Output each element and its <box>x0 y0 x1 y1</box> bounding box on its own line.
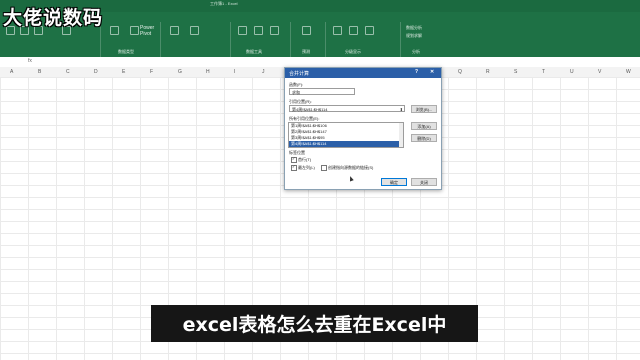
list-item-selected[interactable]: 第4周!$A$1:$H$114 <box>289 141 403 147</box>
group-label-forecast: 预测 <box>302 49 310 54</box>
column-header-cell[interactable]: T <box>542 69 545 75</box>
list-scrollbar[interactable] <box>399 123 403 147</box>
close-button[interactable]: 关闭 <box>411 178 437 186</box>
group-label-data-tools: 数据工具 <box>246 49 262 54</box>
column-header-cell[interactable]: W <box>626 69 631 75</box>
left-column-label: 最左列(L) <box>298 165 315 170</box>
close-icon[interactable]: ✕ <box>430 69 434 75</box>
consolidate-dialog: 合并计算 ? ✕ 函数(F): 求和 引用位置(R): 第4周!$A$1:$H$… <box>284 67 442 190</box>
caption-text: excel表格怎么去重在Excel中 <box>182 314 447 336</box>
column-header-cell[interactable]: U <box>570 69 574 75</box>
column-header-cell[interactable]: V <box>598 69 601 75</box>
reference-input[interactable]: 第4周!$A$1:$H$114 ⬍ <box>289 105 405 112</box>
remove-duplicates-icon[interactable] <box>254 26 263 35</box>
ribbon-group-outline: 分级显示 <box>325 22 401 57</box>
function-value: 求和 <box>292 90 300 95</box>
dialog-title-bar: 合并计算 ? ✕ <box>285 68 441 78</box>
top-row-label: 首行(T) <box>298 157 312 162</box>
geography-icon[interactable] <box>130 26 139 35</box>
top-row-checkbox[interactable] <box>291 156 297 163</box>
help-icon[interactable]: ? <box>415 69 418 75</box>
subtotal-icon[interactable] <box>365 26 374 35</box>
forecast-sheet-icon[interactable] <box>302 26 311 35</box>
ribbon-group-data-types: 数据类型 <box>100 22 161 57</box>
group-label-outline: 分级显示 <box>345 49 361 54</box>
filter-icon[interactable] <box>190 26 199 35</box>
all-references-list[interactable]: 第1周!$A$1:$H$106 第2周!$A$1:$H$147 第3周!$A$1… <box>288 122 404 148</box>
fx-icon[interactable]: fx <box>28 58 32 64</box>
browse-button[interactable]: 浏览(B)... <box>411 105 437 113</box>
function-select[interactable]: 求和 <box>289 88 355 95</box>
group-label-data-types: 数据类型 <box>118 49 134 54</box>
column-header-cell[interactable]: Q <box>458 69 462 75</box>
column-header-cell[interactable]: F <box>150 69 153 75</box>
solver-button[interactable]: 规划求解 <box>406 33 422 39</box>
column-header-cell[interactable]: I <box>234 69 235 75</box>
reference-value: 第4周!$A$1:$H$114 <box>292 107 328 112</box>
column-header-cell[interactable]: D <box>94 69 98 75</box>
ungroup-icon[interactable] <box>349 26 358 35</box>
link-source-label: 创建指向源数据的链接(S) <box>328 165 374 170</box>
ok-button[interactable]: 确定 <box>381 178 407 186</box>
ribbon-group-analysis: 数据分析 规划求解 分析 <box>400 22 440 57</box>
left-column-checkbox[interactable] <box>291 164 297 171</box>
ribbon-group-sort-filter <box>160 22 231 57</box>
subtitle-caption: excel表格怎么去重在Excel中 <box>151 305 478 342</box>
collapse-dialog-icon[interactable]: ⬍ <box>400 106 403 113</box>
group-label-analysis: 分析 <box>412 49 420 54</box>
text-to-columns-icon[interactable] <box>238 26 247 35</box>
column-header-cell[interactable]: E <box>122 69 125 75</box>
consolidate-icon[interactable] <box>270 26 279 35</box>
ribbon: 工作簿1 - Excel Power Pivot 数据类型 数据工具 预测 分级… <box>0 0 640 57</box>
column-header-cell[interactable]: H <box>206 69 210 75</box>
link-source-checkbox[interactable] <box>321 165 327 171</box>
ribbon-group-data-tools: 数据工具 <box>230 22 291 57</box>
sort-icon[interactable] <box>170 26 179 35</box>
add-button[interactable]: 添加(A) <box>411 122 437 130</box>
data-analysis-button[interactable]: 数据分析 <box>406 25 422 31</box>
column-header-cell[interactable]: R <box>486 69 490 75</box>
group-icon[interactable] <box>333 26 342 35</box>
column-header-cell[interactable]: S <box>514 69 517 75</box>
column-header-cell[interactable]: A <box>10 69 13 75</box>
column-header-cell[interactable]: B <box>38 69 41 75</box>
column-header-cell[interactable]: J <box>262 69 265 75</box>
window-title: 工作簿1 - Excel <box>210 1 238 6</box>
dialog-title: 合并计算 <box>289 71 310 77</box>
watermark: 大佬说数码 <box>3 7 104 29</box>
stocks-icon[interactable] <box>110 26 119 35</box>
delete-button[interactable]: 删除(D) <box>411 134 437 142</box>
ribbon-group-forecast: 预测 <box>290 22 326 57</box>
column-header-cell[interactable]: G <box>178 69 182 75</box>
column-header-cell[interactable]: C <box>66 69 70 75</box>
